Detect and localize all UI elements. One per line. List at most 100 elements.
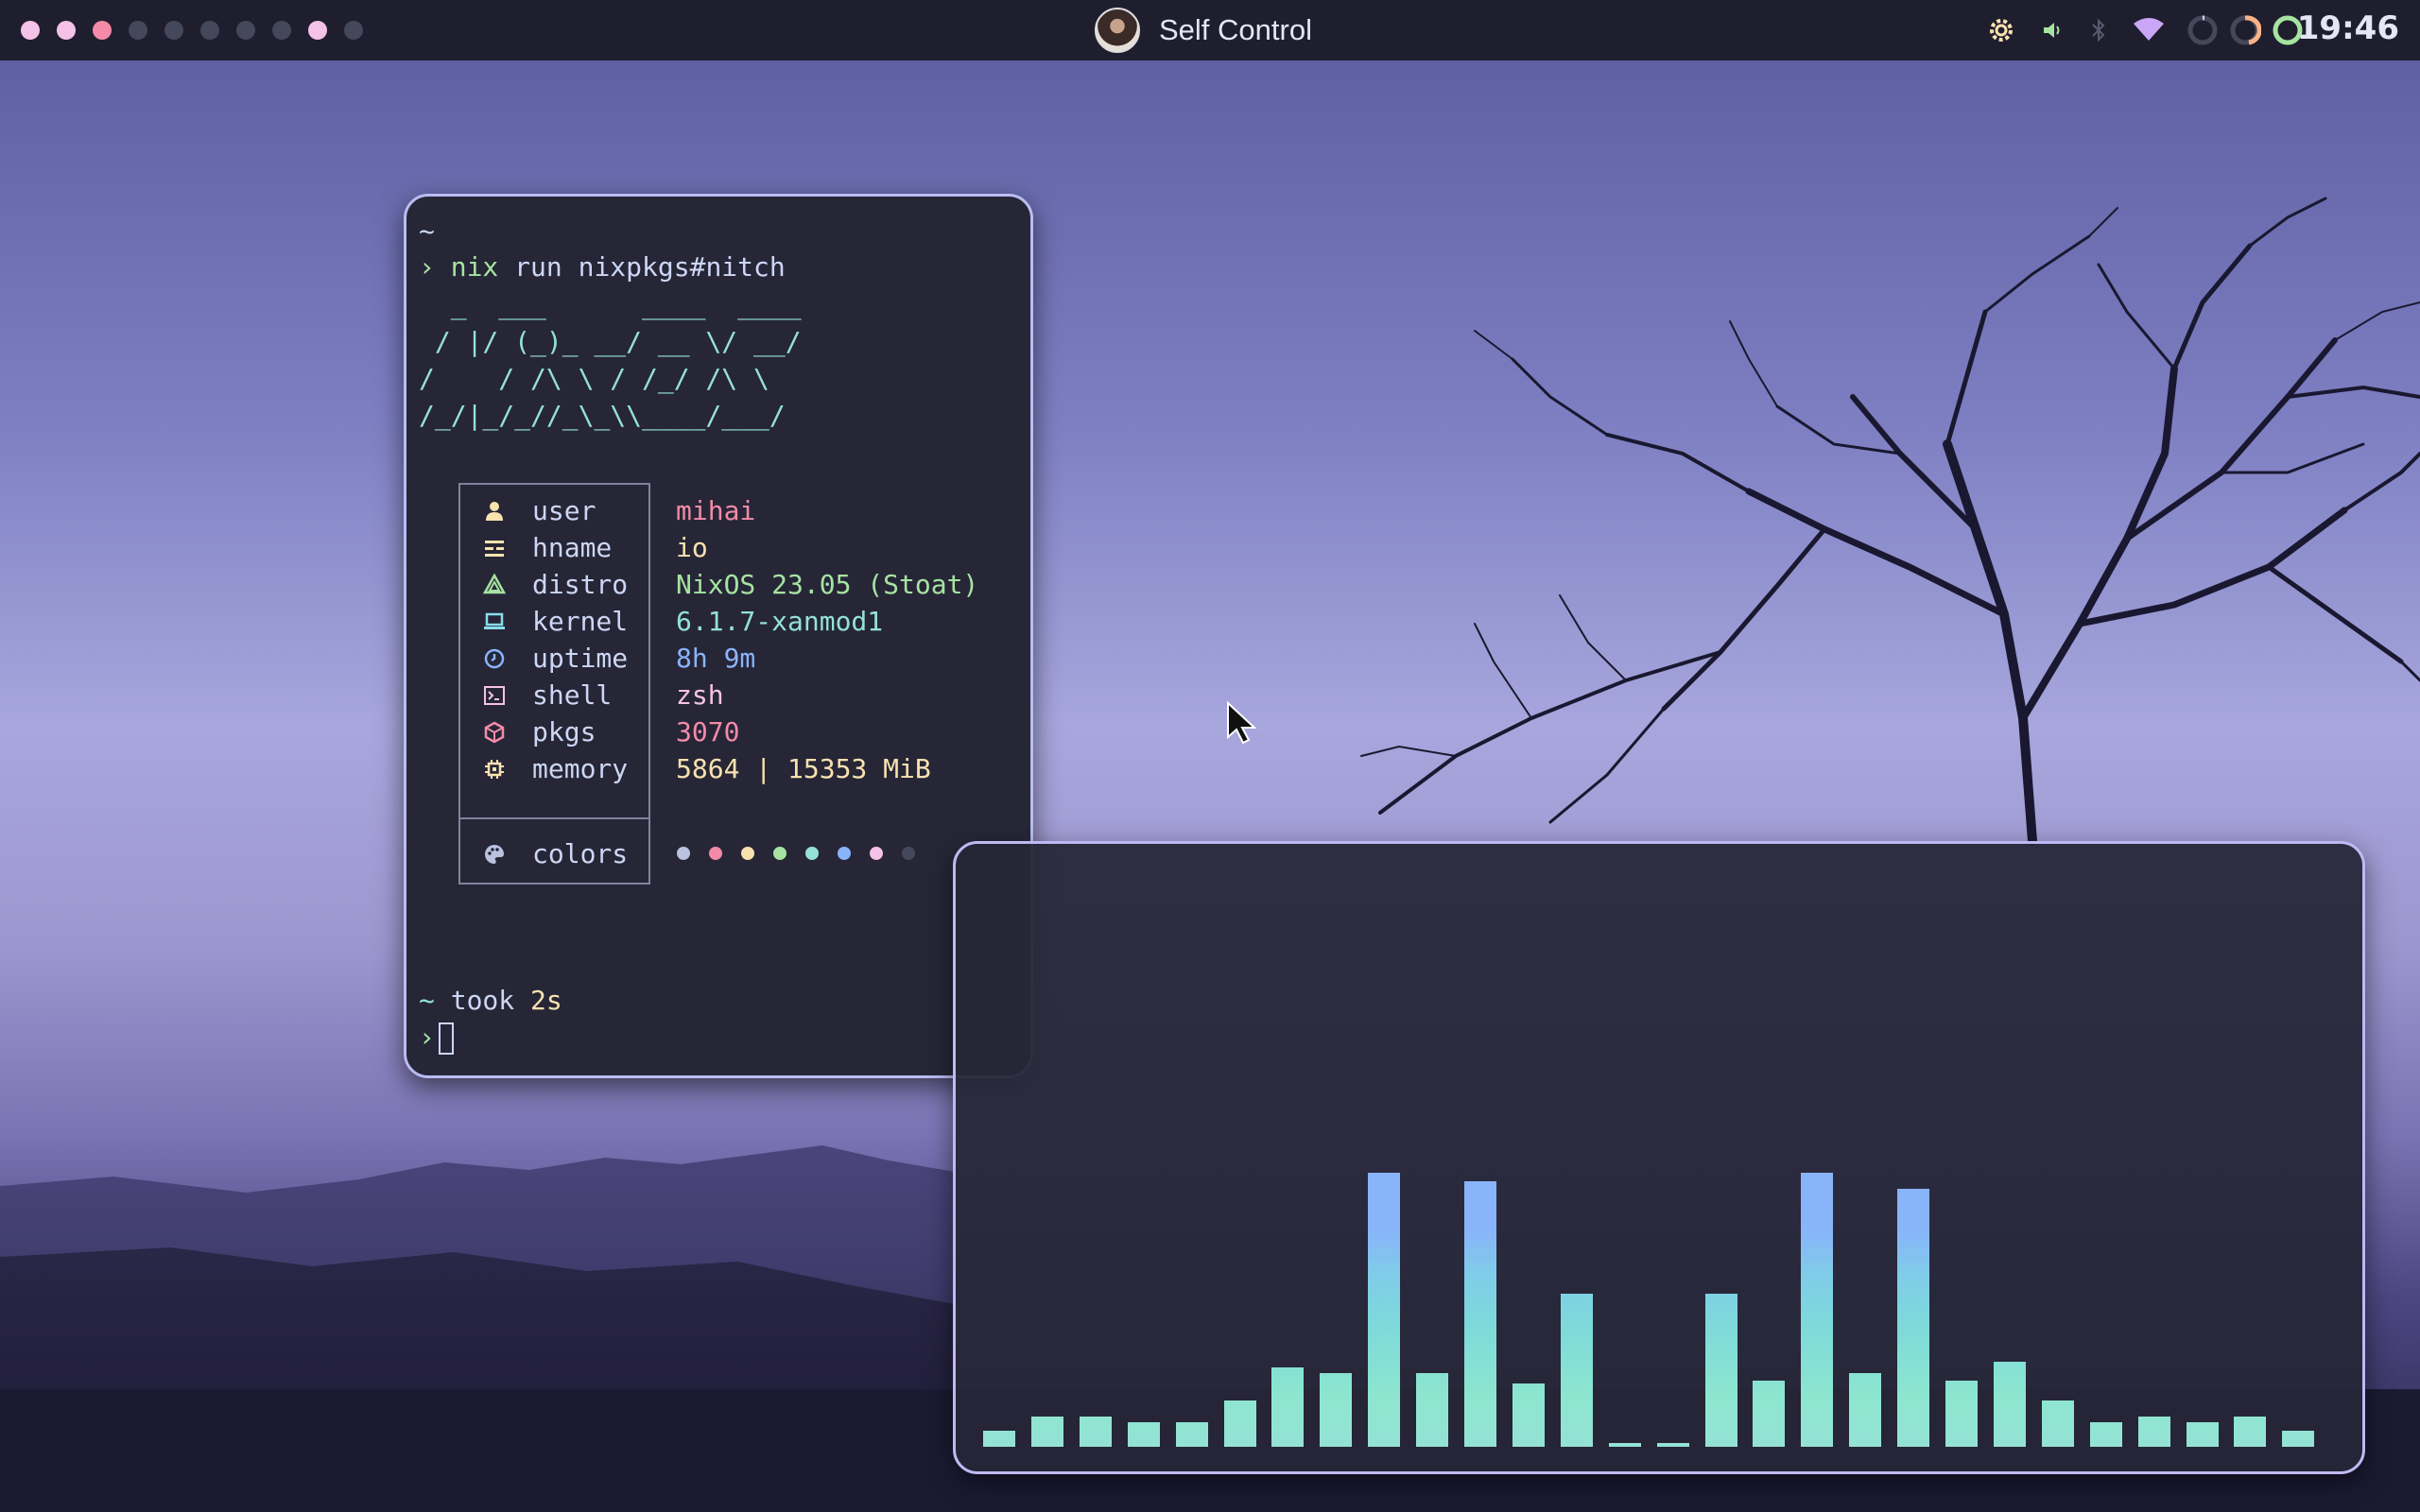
spectrum-bar — [1609, 1443, 1641, 1447]
color-swatch — [805, 847, 819, 860]
spectrum-bar — [1320, 1373, 1352, 1447]
text-cursor — [438, 1022, 454, 1055]
mouse-pointer-icon — [1227, 701, 1257, 745]
info-row-colors: colors — [460, 835, 628, 872]
spectrum-bar — [2282, 1431, 2314, 1447]
info-value-distro: NixOS 23.05 (Stoat) — [676, 569, 979, 600]
wifi-icon[interactable] — [2131, 0, 2167, 60]
palette-icon — [485, 845, 504, 864]
spectrum-bar — [1657, 1443, 1689, 1447]
spectrum-bar — [1897, 1189, 1929, 1447]
took-label: took — [434, 985, 531, 1016]
color-swatch — [773, 847, 786, 860]
active-window-title: Self Control — [1159, 13, 1312, 46]
info-label: shell — [532, 679, 613, 711]
workspace-9[interactable] — [308, 21, 327, 40]
color-swatch — [677, 847, 690, 860]
divider — [460, 817, 648, 819]
spectrum-bar — [2138, 1417, 2170, 1447]
spectrum-bar — [983, 1431, 1015, 1447]
package-icon — [484, 721, 505, 744]
spectrum-bar — [1994, 1362, 2026, 1447]
spectrum-bar — [1753, 1381, 1785, 1447]
workspace-10[interactable] — [344, 21, 363, 40]
spectrum-bar — [1849, 1373, 1881, 1447]
ascii-logo-line: /_/|_/_//_\_\\____/___/ — [419, 400, 786, 431]
info-value-user: mihai — [676, 495, 756, 526]
chip-icon — [485, 760, 504, 779]
spectrum-bars — [956, 844, 2362, 1471]
ascii-logo-line: / |/ (_)_ __/ __ \/ __/ — [419, 326, 802, 357]
spectrum-bar — [1561, 1294, 1593, 1447]
ascii-logo-line: _ ___ ____ ____ — [419, 289, 802, 320]
app-avatar-icon — [1095, 8, 1140, 53]
home-path: ~ — [419, 215, 435, 247]
cpu-ring-icon — [2186, 0, 2220, 60]
info-label: user — [532, 495, 596, 526]
spectrum-bar — [1031, 1417, 1063, 1447]
color-swatch — [838, 847, 851, 860]
command-name: nix — [450, 251, 499, 283]
info-label: memory — [532, 753, 629, 784]
workspace-5[interactable] — [164, 21, 183, 40]
bluetooth-icon[interactable] — [2087, 0, 2110, 60]
spectrum-bar — [2090, 1422, 2122, 1447]
spectrum-bar — [1705, 1294, 1737, 1447]
color-swatch — [870, 847, 883, 860]
terminal-window[interactable]: ~ › nix run nixpkgs#nitch _ ___ ____ ___… — [404, 194, 1033, 1078]
spectrum-bar — [1416, 1373, 1448, 1447]
memory-ring-icon — [2228, 0, 2262, 60]
far-mountains — [0, 1145, 955, 1512]
gear-icon[interactable] — [1985, 0, 2017, 60]
took-line: ~ took 2s — [419, 982, 562, 1019]
info-value-shell: zsh — [676, 679, 724, 711]
info-label: uptime — [532, 643, 629, 674]
workspace-3[interactable] — [93, 21, 112, 40]
distro-icon — [483, 574, 506, 594]
clock: 19:46 — [2296, 9, 2399, 47]
info-value-uptime: 8h 9m — [676, 643, 756, 674]
volume-icon[interactable] — [2038, 0, 2066, 60]
info-label: hname — [532, 532, 613, 563]
took-path: ~ — [419, 985, 435, 1016]
color-swatch — [902, 847, 915, 860]
clock-icon — [484, 648, 505, 669]
spectrum-bar — [1128, 1422, 1160, 1447]
spectrum-bar — [1801, 1173, 1833, 1447]
terminal-icon — [484, 686, 505, 705]
spectrum-bar — [2042, 1400, 2074, 1447]
spectrum-bar — [1176, 1422, 1208, 1447]
workspace-1[interactable] — [21, 21, 40, 40]
user-icon — [486, 502, 503, 521]
spectrum-bar — [1512, 1383, 1545, 1447]
spectrum-bar — [2187, 1422, 2219, 1447]
spectrum-bar — [1368, 1173, 1400, 1447]
prompt-symbol: › — [419, 251, 435, 283]
prompt-line[interactable]: › — [419, 1019, 454, 1056]
workspace-7[interactable] — [236, 21, 255, 40]
tree-silhouette — [1360, 197, 2420, 846]
spectrum-bar — [1080, 1417, 1112, 1447]
audio-visualizer-window[interactable] — [953, 841, 2365, 1474]
workspace-2[interactable] — [57, 21, 76, 40]
command-line: › nix run nixpkgs#nitch — [419, 249, 786, 285]
spectrum-bar — [2234, 1417, 2266, 1447]
info-label: pkgs — [532, 716, 596, 747]
spectrum-bar — [1945, 1381, 1978, 1447]
color-swatch — [709, 847, 722, 860]
spectrum-bar — [1224, 1400, 1256, 1447]
laptop-icon — [484, 612, 505, 629]
info-value-hname: io — [676, 532, 708, 563]
active-window: Self Control — [1095, 8, 1312, 53]
workspace-8[interactable] — [272, 21, 291, 40]
workspace-4[interactable] — [129, 21, 147, 40]
top-bar: Self Control 19:46 — [0, 0, 2420, 60]
took-duration: 2s — [530, 985, 562, 1016]
hostname-icon — [485, 541, 504, 557]
workspace-6[interactable] — [200, 21, 219, 40]
info-value-pkgs: 3070 — [676, 716, 740, 747]
ascii-logo-line: / / /\ \ / /_/ /\ \ — [419, 363, 769, 394]
info-label: kernel — [532, 606, 629, 637]
color-swatch — [741, 847, 754, 860]
prompt-symbol: › — [419, 1022, 435, 1053]
